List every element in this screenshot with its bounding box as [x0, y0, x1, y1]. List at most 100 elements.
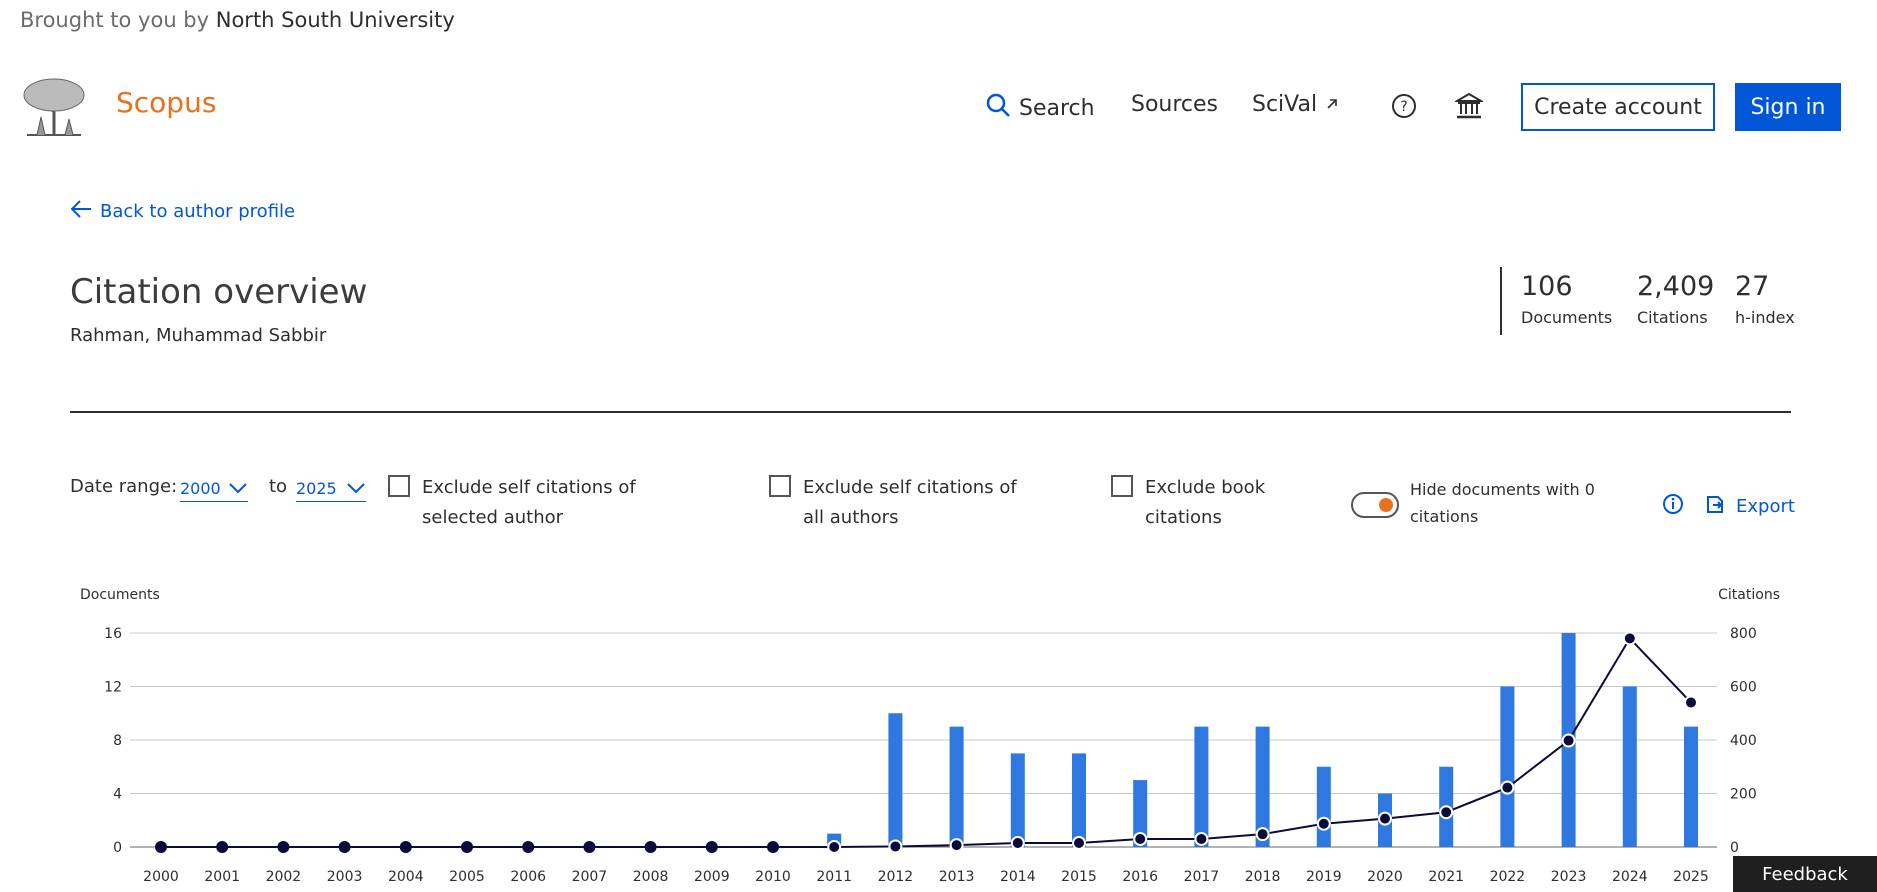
citation-point-2024	[1622, 631, 1637, 646]
citation-point-2002	[277, 841, 290, 853]
bar-2014	[1010, 753, 1025, 847]
x-tick-label: 2004	[388, 869, 424, 885]
citations-line	[161, 636, 1692, 848]
citation-point-2003	[338, 841, 351, 853]
back-link-label: Back to author profile	[100, 201, 296, 222]
exclude-self-selected-checkbox[interactable]	[388, 475, 410, 497]
nav-sources[interactable]: Sources	[1131, 92, 1218, 117]
x-tick-label: 2001	[204, 869, 240, 885]
y2-tick-label: 800	[1730, 626, 1757, 642]
create-account-button[interactable]: Create account	[1521, 83, 1715, 131]
export-label: Export	[1736, 496, 1795, 517]
institution-icon[interactable]	[1453, 92, 1485, 120]
stat-h-index-value: 27	[1735, 271, 1770, 302]
stat-documents-value: 106	[1521, 271, 1573, 302]
back-to-profile-link[interactable]: Back to author profile	[70, 199, 295, 224]
citation-point-2023	[1561, 733, 1576, 748]
citation-point-2017	[1194, 831, 1209, 846]
stats-divider	[1500, 267, 1502, 335]
y-tick-label: 0	[113, 840, 122, 856]
hide-zero-toggle[interactable]	[1351, 492, 1399, 518]
citation-point-2016	[1133, 831, 1148, 846]
x-tick-label: 2024	[1612, 869, 1648, 885]
bar-2017	[1194, 726, 1209, 847]
elsevier-logo[interactable]	[19, 75, 89, 138]
exclude-book-label: Exclude book citations	[1145, 477, 1266, 528]
sponsor-prefix: Brought to you by	[20, 8, 210, 32]
citation-point-2018	[1255, 827, 1270, 842]
nav-scival[interactable]: SciVal	[1252, 92, 1339, 117]
scopus-brand[interactable]: Scopus	[116, 86, 216, 119]
bar-2022	[1500, 686, 1515, 847]
citation-point-2004	[399, 841, 412, 853]
nav-sources-label: Sources	[1131, 92, 1219, 117]
x-tick-label: 2011	[816, 869, 852, 885]
x-tick-label: 2014	[1000, 869, 1036, 885]
x-tick-label: 2006	[510, 869, 546, 885]
bar-2025	[1684, 726, 1698, 847]
x-tick-label: 2009	[694, 869, 730, 885]
to-label: to	[269, 476, 288, 497]
y2-tick-label: 400	[1730, 733, 1757, 749]
sign-in-button[interactable]: Sign in	[1735, 83, 1841, 131]
chevron-down-icon	[346, 479, 366, 498]
citation-point-2001	[216, 841, 229, 853]
x-tick-label: 2003	[327, 869, 363, 885]
export-button[interactable]: Export	[1704, 493, 1795, 520]
y2-axis-title: Citations	[1718, 587, 1780, 603]
citation-point-2005	[461, 841, 473, 853]
citation-point-2009	[705, 841, 718, 853]
citation-point-2021	[1439, 805, 1454, 820]
bar-2024	[1622, 686, 1637, 847]
hide-zero-label: Hide documents with 0 citations	[1410, 480, 1595, 526]
y-tick-label: 8	[113, 733, 122, 749]
citation-point-2020	[1378, 811, 1392, 826]
x-tick-label: 2022	[1490, 869, 1526, 885]
stat-documents: 106 Documents	[1521, 271, 1612, 327]
nav-scival-label: SciVal	[1252, 92, 1318, 117]
y-axis-title: Documents	[80, 587, 160, 603]
citation-point-2000	[155, 841, 167, 853]
bar-2013	[949, 726, 964, 847]
stat-citations-label: Citations	[1637, 308, 1708, 327]
stat-h-index: 27 h-index	[1735, 271, 1795, 327]
external-link-icon	[1325, 92, 1339, 117]
section-divider	[70, 411, 1791, 413]
bar-2019	[1316, 766, 1331, 847]
citation-point-2019	[1316, 816, 1331, 831]
citation-point-2007	[583, 841, 596, 853]
from-year-select[interactable]: 2000	[180, 476, 248, 502]
citation-chart: Documents Citations 0 4 8 12 16 0 200 400 600 800 20…	[80, 587, 1780, 885]
x-tick-label: 2018	[1245, 869, 1281, 885]
x-tick-label: 2005	[449, 869, 485, 885]
x-tick-label: 2008	[633, 869, 669, 885]
nav-search[interactable]: Search	[985, 92, 1095, 124]
info-icon[interactable]	[1662, 493, 1684, 519]
feedback-button[interactable]: Feedback	[1733, 856, 1877, 892]
stat-citations: 2,409 Citations	[1637, 271, 1714, 327]
page-title: Citation overview	[70, 272, 368, 312]
citation-point-2022	[1500, 780, 1515, 795]
citation-point-2012	[888, 839, 903, 854]
y-tick-label: 12	[104, 680, 122, 696]
x-tick-label: 2019	[1306, 869, 1342, 885]
exclude-self-all-checkbox[interactable]	[769, 475, 791, 497]
x-tick-label: 2020	[1367, 869, 1403, 885]
y2-tick-label: 200	[1730, 787, 1757, 803]
nav-search-label: Search	[1019, 95, 1095, 121]
sponsor-banner: Brought to you by North South University	[20, 8, 455, 32]
bar-2012	[888, 713, 903, 847]
date-range-label: Date range:	[70, 476, 178, 497]
exclude-book-checkbox[interactable]	[1111, 475, 1133, 497]
x-tick-label: 2012	[878, 869, 914, 885]
citation-point-2008	[644, 841, 657, 853]
x-tick-label: 2002	[266, 869, 302, 885]
sponsor-institution: North South University	[215, 8, 455, 32]
y2-tick-label: 600	[1730, 680, 1757, 696]
question-circle-icon[interactable]: ?	[1391, 93, 1419, 121]
to-year-select[interactable]: 2025	[296, 476, 366, 502]
x-tick-label: 2025	[1673, 869, 1709, 885]
x-tick-label: 2015	[1061, 869, 1097, 885]
chevron-down-icon	[228, 479, 248, 498]
to-year-value: 2025	[296, 479, 337, 498]
